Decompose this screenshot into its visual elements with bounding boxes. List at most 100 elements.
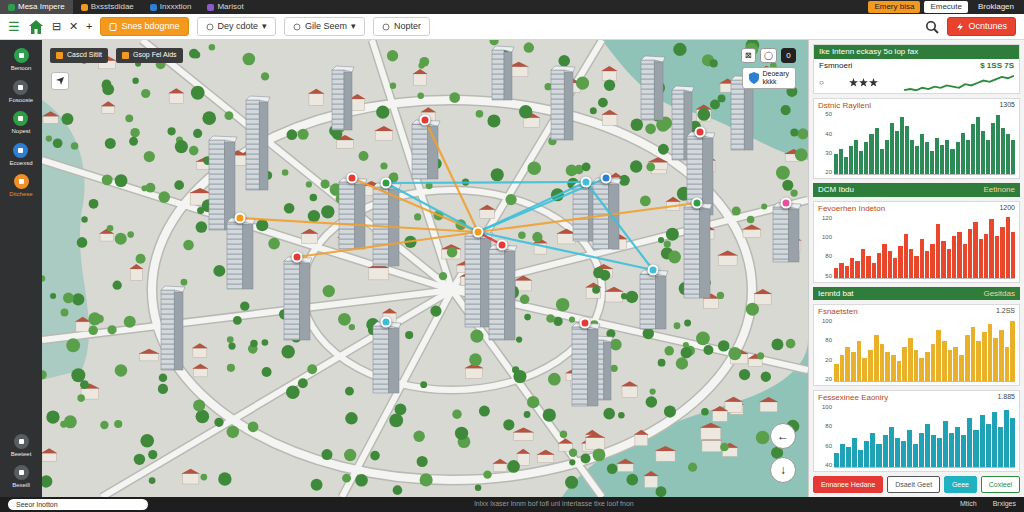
chart-bar[interactable] <box>889 427 894 467</box>
chart-bar[interactable] <box>890 123 894 175</box>
chart-bar[interactable] <box>854 140 858 174</box>
map-pin[interactable] <box>601 173 612 184</box>
chart-bar[interactable] <box>971 327 976 382</box>
chart-bar[interactable] <box>935 138 939 175</box>
chart-bar[interactable] <box>925 142 929 174</box>
chart-bar[interactable] <box>883 435 888 467</box>
chart-bar[interactable] <box>988 324 993 381</box>
chart-bar[interactable] <box>1006 217 1010 278</box>
map-pin[interactable] <box>381 178 392 189</box>
chart-bar[interactable] <box>859 151 863 174</box>
location-search[interactable]: Seeor lnotton <box>8 499 148 510</box>
chart-bar[interactable] <box>1001 128 1005 174</box>
chart-bar[interactable] <box>902 347 907 381</box>
chart-bar[interactable] <box>967 418 972 467</box>
sidebar-item[interactable]: Fosoosie <box>9 80 33 104</box>
chart-bar[interactable] <box>940 145 944 175</box>
panel-button[interactable]: Geee <box>944 476 977 493</box>
chart-bar[interactable] <box>966 140 970 174</box>
chart-bar[interactable] <box>992 412 997 467</box>
chart-bar[interactable] <box>980 415 985 467</box>
chart-bar[interactable] <box>984 234 988 278</box>
chart-bar[interactable] <box>1004 410 1009 467</box>
sidebar-item[interactable]: Beeteet <box>11 434 32 458</box>
chart-bar[interactable] <box>891 355 896 381</box>
chart-bar[interactable] <box>961 133 965 174</box>
chart-bar[interactable] <box>925 251 929 278</box>
browser-tab[interactable]: Mesa Impere <box>0 0 73 14</box>
chart-bar[interactable] <box>905 126 909 174</box>
chart-bar[interactable] <box>982 332 987 381</box>
chart-bar[interactable] <box>957 232 961 278</box>
header-chip[interactable]: Emecute <box>924 1 968 13</box>
menu-icon[interactable]: ☰ <box>8 20 20 33</box>
chart-bar[interactable] <box>993 338 998 381</box>
chart-bar[interactable] <box>897 361 902 381</box>
chart-bar[interactable] <box>931 344 936 381</box>
chart-bar[interactable] <box>839 149 843 174</box>
chart-bar[interactable] <box>986 424 991 467</box>
chart-bar[interactable] <box>901 441 906 467</box>
chart-bar[interactable] <box>979 239 983 278</box>
chart-bar[interactable] <box>907 430 912 467</box>
chart-bar[interactable] <box>834 364 839 381</box>
map-pin[interactable] <box>781 198 792 209</box>
zoom-button[interactable]: ← <box>770 423 796 449</box>
chart-bar[interactable] <box>996 115 1000 175</box>
chart-bar[interactable] <box>1010 418 1015 467</box>
map-pin[interactable] <box>292 252 303 263</box>
panel-button[interactable]: Ennanee Hedane <box>813 476 883 493</box>
status-item[interactable]: Mtich <box>960 499 977 510</box>
chart-bar[interactable] <box>834 268 838 278</box>
chart-bar[interactable] <box>920 239 924 278</box>
chart-bar[interactable] <box>851 352 856 381</box>
chart-bar[interactable] <box>947 249 951 278</box>
chart-bar[interactable] <box>968 229 972 278</box>
map-filter-chip[interactable]: Gsop Fel Aids <box>116 48 183 63</box>
map-pin[interactable] <box>473 227 484 238</box>
chart-bar[interactable] <box>885 352 890 381</box>
browser-tab[interactable]: Bxsstsdidae <box>73 0 142 14</box>
chart-bar[interactable] <box>845 347 850 381</box>
chart-bar[interactable] <box>925 352 930 381</box>
map-tool-button[interactable]: ⊠ <box>741 48 756 63</box>
chart-bar[interactable] <box>910 140 914 174</box>
chart-bar[interactable] <box>949 433 954 467</box>
chart-bar[interactable] <box>941 241 945 277</box>
panel-button[interactable]: Coxieel <box>981 476 1020 493</box>
chart-bar[interactable] <box>952 236 956 277</box>
sidebar-item[interactable]: Ditchese <box>9 174 32 198</box>
chart-bar[interactable] <box>919 358 924 381</box>
chart-bar[interactable] <box>846 447 851 467</box>
chart-bar[interactable] <box>852 438 857 467</box>
map-tool-button[interactable]: 0 <box>781 48 796 63</box>
chart-bar[interactable] <box>870 433 875 467</box>
chart-bar[interactable] <box>920 134 924 174</box>
zoom-button[interactable]: ↓ <box>770 457 796 483</box>
chart-bar[interactable] <box>834 154 838 175</box>
primary-button[interactable]: Snes bdognne <box>100 17 188 36</box>
chart-bar[interactable] <box>898 246 902 278</box>
chart-bar[interactable] <box>976 117 980 174</box>
chart-bar[interactable] <box>973 222 977 278</box>
window-control[interactable]: ✕ <box>69 21 78 32</box>
chart-bar[interactable] <box>914 256 918 278</box>
chart-bar[interactable] <box>909 249 913 278</box>
chart-bar[interactable] <box>869 134 873 174</box>
chart-bar[interactable] <box>986 140 990 174</box>
sidebar-item[interactable]: Nopest <box>11 111 30 135</box>
chart-bar[interactable] <box>885 140 889 174</box>
chart-bar[interactable] <box>998 427 1003 467</box>
chart-bar[interactable] <box>850 258 854 277</box>
map-info-badge[interactable]: Deoearykkkk <box>742 67 796 89</box>
chart-bar[interactable] <box>1006 134 1010 174</box>
chart-bar[interactable] <box>845 266 849 278</box>
chart-bar[interactable] <box>1005 347 1010 381</box>
map-pin[interactable] <box>692 198 703 209</box>
chart-bar[interactable] <box>1010 321 1015 381</box>
chart-bar[interactable] <box>844 157 848 174</box>
chart-bar[interactable] <box>981 131 985 175</box>
navigate-button[interactable] <box>51 72 69 90</box>
chart-bar[interactable] <box>904 234 908 278</box>
chart-bar[interactable] <box>834 453 839 467</box>
